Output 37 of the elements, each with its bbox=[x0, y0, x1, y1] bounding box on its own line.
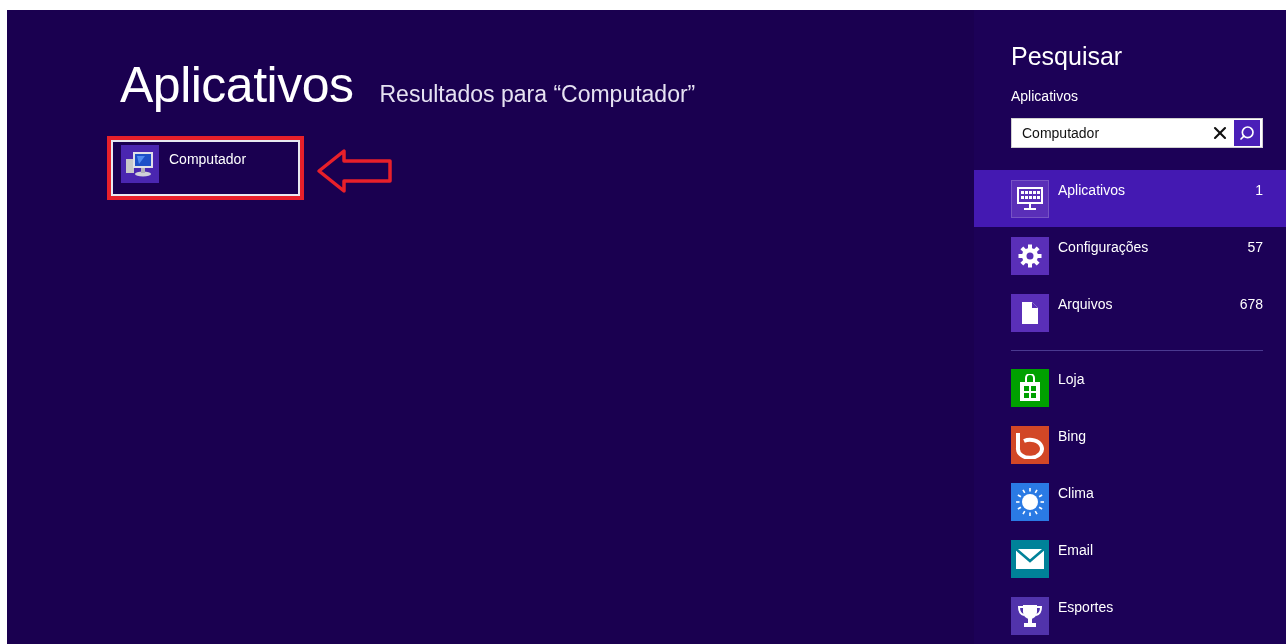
search-button[interactable] bbox=[1234, 120, 1260, 146]
app-label[interactable]: Clima bbox=[1058, 483, 1263, 501]
trophy-icon bbox=[1017, 603, 1043, 629]
search-category-item[interactable]: Configurações 57 bbox=[974, 227, 1286, 284]
pane-title: Pesquisar bbox=[1011, 42, 1124, 71]
search-category-item[interactable]: Aplicativos 1 bbox=[974, 170, 1286, 227]
keyboard-monitor-icon bbox=[1017, 187, 1043, 211]
gear-icon bbox=[1018, 244, 1042, 268]
app-tile-icon[interactable] bbox=[1011, 540, 1049, 578]
search-input[interactable]: Computador bbox=[1020, 124, 1206, 142]
results-subtitle: Resultados para “Computador” bbox=[379, 81, 696, 108]
envelope-icon bbox=[1015, 548, 1045, 570]
app-tile-icon[interactable] bbox=[1011, 597, 1049, 635]
app-tile-icon[interactable] bbox=[1011, 369, 1049, 407]
app-tile-icon[interactable] bbox=[1011, 483, 1049, 521]
search-category-item[interactable]: Arquivos 678 bbox=[974, 284, 1286, 341]
document-icon bbox=[1021, 301, 1039, 325]
b-logo-icon bbox=[1014, 431, 1046, 459]
app-result-tile[interactable]: Computador bbox=[111, 140, 300, 196]
computer-icon bbox=[121, 145, 159, 183]
app-label[interactable]: Email bbox=[1058, 540, 1263, 558]
page-title: Aplicativos bbox=[120, 56, 354, 114]
category-label: Aplicativos bbox=[1058, 181, 1126, 198]
app-label[interactable]: Loja bbox=[1058, 369, 1263, 387]
search-icon bbox=[1239, 125, 1255, 141]
app-tile-icon[interactable] bbox=[1011, 426, 1049, 464]
app-label[interactable]: Esportes bbox=[1058, 597, 1263, 615]
result-count: 1 bbox=[1255, 181, 1263, 198]
shopping-bag-icon bbox=[1018, 374, 1042, 402]
category-label: Configurações bbox=[1058, 238, 1150, 255]
sun-icon bbox=[1015, 487, 1045, 517]
app-label[interactable]: Bing bbox=[1058, 426, 1263, 444]
result-count: 678 bbox=[1239, 295, 1263, 312]
result-count: 57 bbox=[1247, 238, 1263, 255]
search-field[interactable]: Computador bbox=[1011, 118, 1263, 148]
search-scope-label: Aplicativos bbox=[1011, 88, 1079, 104]
category-label: Arquivos bbox=[1058, 295, 1114, 312]
